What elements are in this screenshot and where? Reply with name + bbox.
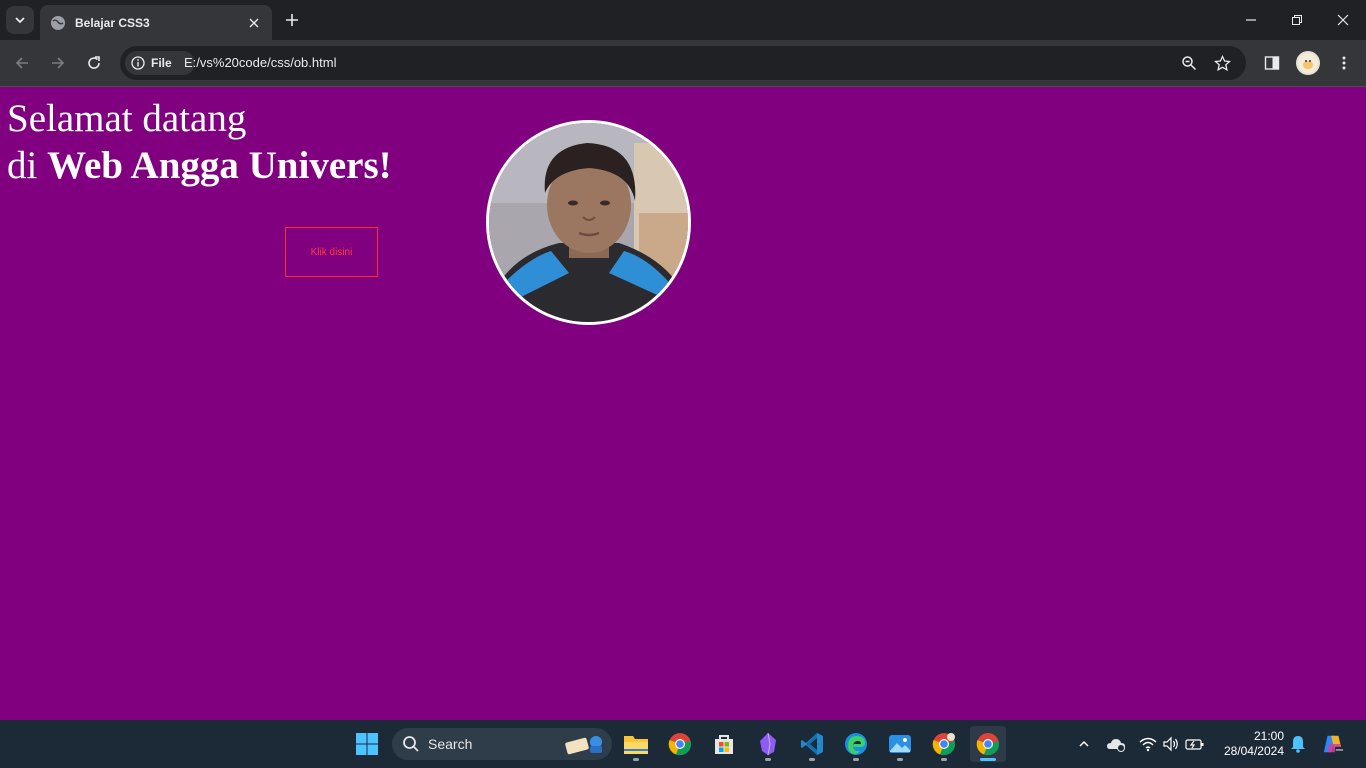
search-highlight-icon <box>565 736 602 755</box>
show-hidden-icons-button[interactable] <box>1073 733 1095 755</box>
chrome-profile-app[interactable] <box>926 726 962 762</box>
forward-icon <box>52 57 65 69</box>
chrome-icon <box>668 733 691 756</box>
plus-icon <box>286 14 298 26</box>
kebab-menu-icon <box>1342 56 1346 70</box>
reload-button[interactable] <box>82 51 106 75</box>
zoom-icon <box>1182 56 1197 71</box>
taskbar-search[interactable]: Search <box>392 728 612 760</box>
restore-button[interactable] <box>1285 8 1309 32</box>
clock-date: 28/04/2024 <box>1223 744 1284 758</box>
clock-time: 21:00 <box>1253 729 1284 743</box>
vscode-icon <box>801 733 823 755</box>
star-icon <box>1213 54 1231 71</box>
edge-app[interactable] <box>838 726 874 762</box>
network-tray[interactable] <box>1137 733 1159 755</box>
minimize-button[interactable] <box>1239 8 1263 32</box>
edge-icon <box>845 733 867 755</box>
address-bar[interactable]: File E:/vs%20code/css/ob.html <box>120 46 1246 80</box>
photos-app[interactable] <box>882 726 918 762</box>
chip-label: File <box>151 56 172 70</box>
info-icon <box>131 56 145 70</box>
search-icon <box>403 736 419 752</box>
heading-line-1: Selamat datang <box>7 97 247 140</box>
bell-icon <box>1291 736 1305 753</box>
window-close-icon <box>1337 14 1349 26</box>
heading-site-name: Web Angga Univers! <box>47 144 392 187</box>
tab-title: Belajar CSS3 <box>75 15 150 30</box>
chevron-down-icon <box>15 17 25 24</box>
new-tab-button[interactable] <box>282 10 302 30</box>
chrome-app[interactable] <box>662 726 698 762</box>
browser-tab[interactable]: Belajar CSS3 <box>40 5 272 40</box>
copilot-button[interactable] <box>1322 733 1344 755</box>
obsidian-icon <box>760 732 776 756</box>
vscode-app[interactable] <box>794 726 830 762</box>
globe-icon <box>51 15 65 30</box>
obsidian-app[interactable] <box>750 726 786 762</box>
onedrive-tray[interactable] <box>1105 733 1127 755</box>
search-label: Search <box>428 736 473 752</box>
photos-icon <box>889 735 911 753</box>
profile-photo <box>486 120 691 325</box>
avatar-icon <box>1298 53 1318 73</box>
battery-tray[interactable] <box>1184 733 1206 755</box>
notifications-button[interactable] <box>1287 733 1309 755</box>
windows-start-icon <box>356 733 378 755</box>
heading-prefix: di <box>7 144 38 187</box>
close-window-button[interactable] <box>1331 8 1355 32</box>
back-button[interactable] <box>10 51 34 75</box>
reload-icon <box>88 56 100 69</box>
copilot-icon <box>1323 735 1344 754</box>
browser-toolbar: File E:/vs%20code/css/ob.html <box>0 40 1366 86</box>
start-button[interactable] <box>349 726 385 762</box>
page-viewport: Selamat datang di Web Angga Univers! Kli… <box>0 87 1366 720</box>
store-app[interactable] <box>706 726 742 762</box>
forward-button[interactable] <box>46 51 70 75</box>
bookmark-button[interactable] <box>1212 53 1232 73</box>
taskbar-clock[interactable]: 21:00 28/04/2024 <box>1214 729 1284 759</box>
restore-icon <box>1292 15 1302 25</box>
battery-icon <box>1185 739 1204 750</box>
title-bar: Belajar CSS3 <box>0 0 1366 40</box>
tab-search-button[interactable] <box>6 6 34 34</box>
microsoft-store-icon <box>715 735 733 754</box>
file-explorer-app[interactable] <box>618 726 654 762</box>
onedrive-icon <box>1107 739 1125 752</box>
profile-avatar[interactable] <box>1296 51 1320 75</box>
tab-close-button[interactable] <box>246 15 262 31</box>
windows-taskbar: Search 21:00 28/04/2024 <box>0 720 1366 768</box>
page-heading: Selamat datang di Web Angga Univers! <box>7 95 392 189</box>
wifi-icon <box>1139 737 1157 752</box>
volume-tray[interactable] <box>1160 733 1182 755</box>
url-text[interactable]: E:/vs%20code/css/ob.html <box>184 55 336 70</box>
person-photo-image <box>489 123 688 322</box>
menu-button[interactable] <box>1332 51 1356 75</box>
file-explorer-icon <box>624 736 648 754</box>
side-panel-icon <box>1264 56 1280 70</box>
minimize-icon <box>1246 19 1256 21</box>
chrome-profile-icon <box>932 733 955 756</box>
close-icon <box>249 18 259 27</box>
back-icon <box>15 57 28 69</box>
side-panel-button[interactable] <box>1260 51 1284 75</box>
chrome-active-icon <box>976 733 999 756</box>
zoom-button[interactable] <box>1179 53 1199 73</box>
chrome-active-app[interactable] <box>970 726 1006 762</box>
klik-disini-button[interactable]: Klik disini <box>285 227 378 277</box>
chevron-up-icon <box>1079 740 1089 747</box>
volume-icon <box>1163 736 1178 752</box>
